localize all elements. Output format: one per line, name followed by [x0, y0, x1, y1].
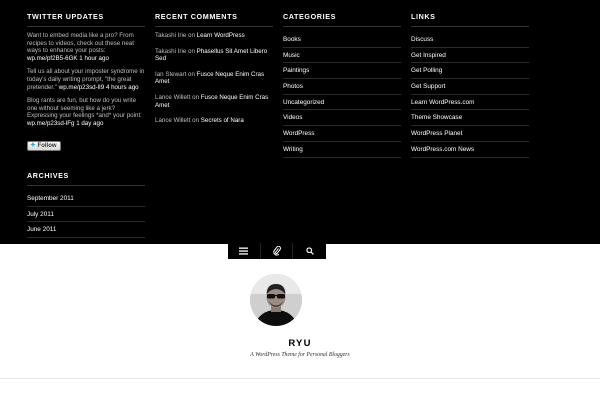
blogroll-link[interactable]: WordPress.com News: [411, 142, 529, 158]
blogroll-link[interactable]: Discuss: [411, 32, 529, 48]
site-title[interactable]: RYU: [0, 338, 600, 349]
comment-connector: on: [192, 117, 200, 125]
links-title: Links: [411, 12, 529, 27]
tweet-time[interactable]: 4 hours ago: [106, 84, 139, 91]
search-icon: [306, 247, 314, 255]
blogroll-link[interactable]: Get Polling: [411, 63, 529, 80]
comment-post-link[interactable]: Learn WordPress: [197, 32, 245, 39]
widgets-toggle-button[interactable]: [261, 243, 294, 259]
comment-author[interactable]: Lance Willett: [155, 117, 190, 124]
blogroll-link[interactable]: Get Inspired: [411, 48, 529, 64]
comment-connector: on: [188, 47, 195, 55]
tweet-link[interactable]: wp.me/pf2B5-6GK: [27, 55, 78, 62]
tweet-item: Blog rants are fun, but how do you write…: [27, 97, 145, 127]
category-link[interactable]: Writing: [283, 142, 401, 158]
paperclip-icon: [272, 246, 281, 256]
follow-label: Follow: [37, 142, 57, 149]
blogroll-link[interactable]: Theme Showcase: [411, 110, 529, 127]
comment-item: Takashi Irie on Phasellus Sit Amet Liber…: [155, 48, 273, 63]
recent-comments-widget: Recent Comments Takashi Irie on Learn Wo…: [155, 12, 273, 133]
twitter-widget: Twitter Updates Want to embed media like…: [27, 12, 145, 152]
comment-item: Lance Willett on Fusce Neque Enim Cras A…: [155, 94, 273, 109]
tweet-time[interactable]: 1 day ago: [76, 120, 103, 127]
blogroll-link[interactable]: Learn WordPress.com: [411, 95, 529, 111]
archive-link[interactable]: July 2011: [27, 207, 145, 223]
twitter-follow-button[interactable]: ✦ Follow: [27, 140, 61, 151]
blogroll-link[interactable]: WordPress Planet: [411, 126, 529, 142]
twitter-widget-title: Twitter Updates: [27, 12, 145, 27]
recent-comments-title: Recent Comments: [155, 12, 273, 27]
comment-connector: on: [192, 93, 200, 101]
categories-widget: Categories Books Music Paintings Photos …: [283, 12, 401, 158]
tweet-item: Want to embed media like a pro? From rec…: [27, 32, 145, 62]
archives-widget: Archives September 2011 July 2011 June 2…: [27, 171, 145, 239]
comment-item: Lance Willett on Secrets of Nara: [155, 117, 273, 125]
links-widget: Links Discuss Get Inspired Get Polling G…: [411, 12, 529, 158]
menu-toggle-button[interactable]: [228, 243, 261, 259]
category-link[interactable]: Videos: [283, 110, 401, 127]
category-link[interactable]: Uncategorized: [283, 95, 401, 111]
comment-author[interactable]: Takashi Irie: [155, 32, 186, 39]
tweet-link[interactable]: wp.me/p23sd-lFg: [27, 120, 74, 127]
category-link[interactable]: WordPress: [283, 126, 401, 142]
tweet-text: Want to embed media like a pro? From rec…: [27, 32, 134, 55]
avatar-photo: [250, 274, 302, 326]
tweet-text: Blog rants are fun, but how do you write…: [27, 97, 142, 120]
footer-widgets: Twitter Updates Want to embed media like…: [0, 0, 600, 244]
comment-item: Ian Stewart on Fusce Neque Enim Cras Ame…: [155, 71, 273, 86]
comment-connector: on: [188, 70, 195, 78]
tweet-item: Tell us all about your imposter syndrome…: [27, 68, 145, 91]
comment-connector: on: [188, 32, 195, 39]
tweet-time[interactable]: 1 hour ago: [79, 55, 109, 62]
archive-link[interactable]: September 2011: [27, 191, 145, 207]
comment-author[interactable]: Takashi Irie: [155, 48, 186, 55]
site-tagline: A WordPress Theme for Personal Bloggers: [250, 352, 350, 358]
category-link[interactable]: Photos: [283, 79, 401, 95]
archive-link[interactable]: June 2011: [27, 222, 145, 239]
search-toggle-button[interactable]: [293, 243, 326, 259]
category-link[interactable]: Paintings: [283, 63, 401, 80]
toggle-bar: [228, 243, 326, 259]
category-link[interactable]: Music: [283, 48, 401, 64]
site-avatar[interactable]: [250, 274, 302, 326]
categories-title: Categories: [283, 12, 401, 27]
comment-author[interactable]: Lance Willett: [155, 94, 190, 101]
archives-widget-title: Archives: [27, 171, 145, 186]
comment-post-link[interactable]: Secrets of Nara: [201, 117, 244, 124]
comment-item: Takashi Irie on Learn WordPress: [155, 32, 273, 40]
header-divider: [0, 378, 600, 379]
twitter-bird-icon: ✦: [30, 141, 36, 149]
category-link[interactable]: Books: [283, 32, 401, 48]
blogroll-link[interactable]: Get Support: [411, 79, 529, 95]
comment-author[interactable]: Ian Stewart: [155, 71, 186, 78]
tweet-link[interactable]: wp.me/p23sd-lI9: [59, 84, 104, 91]
menu-icon: [239, 247, 249, 255]
